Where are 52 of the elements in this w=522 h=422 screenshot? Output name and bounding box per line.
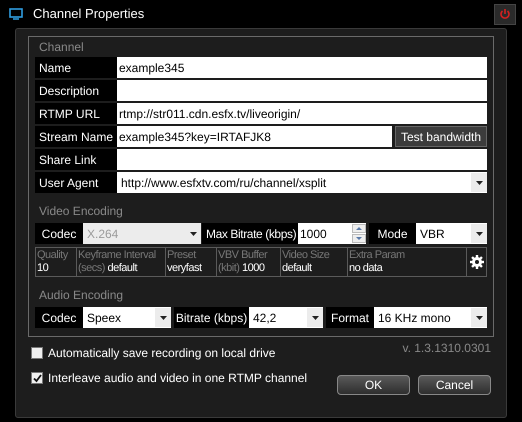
input-field[interactable]: rtmp://str011.cdn.esfx.tv/liveorigin/ [117,103,487,124]
field-label: RTMP URL [35,103,117,124]
power-button[interactable] [494,4,516,24]
section-title: Video Encoding [38,203,124,220]
checkbox-label: Interleave audio and video in one RTMP channel [48,370,308,387]
dropdown[interactable]: http://www.esfxtv.com/ru/channel/xsplit [117,172,487,193]
input-field[interactable] [117,149,487,170]
version-text: v. 1.3.1310.0301 [402,340,491,357]
spinner-arrows-icon [352,224,366,243]
section-title: Channel [38,39,85,56]
parameter-cell: Quality 10 [36,248,77,276]
caret-icon [476,316,482,320]
settings-icon[interactable] [470,255,484,269]
field-label: Codec [35,223,83,244]
window-title: Channel Properties [33,5,146,24]
field-label: Codec [35,307,83,328]
parameter-cell: Keyframe Interval (secs) default [77,248,166,276]
caret-icon [312,316,318,320]
caret-icon [190,232,196,236]
field-label: Mode [369,223,416,244]
caret-icon [476,232,482,236]
parameter-cell: Extra Param no data [348,248,467,276]
field-label: Stream Name [35,126,117,147]
spin-field[interactable]: 1000 [298,223,366,244]
checkbox-label: Automatically save recording on local drive [48,345,276,362]
dropdown[interactable]: 16 KHz mono [374,307,487,328]
power-icon [499,8,511,20]
field-label: Bitrate (kbps) [174,307,249,328]
dialog-button[interactable]: OK [337,375,410,395]
field-label: User Agent [35,172,117,193]
parameter-cell: Video Size default [281,248,348,276]
field-label: Max Bitrate (kbps) [202,223,298,244]
parameter-cell: Preset veryfast [166,248,217,276]
dropdown[interactable]: 42,2 [249,307,323,328]
input-field[interactable]: example345?key=IRTAFJK8 [117,126,392,147]
field-label: Description [35,80,117,101]
field-label: Share Link [35,149,117,170]
monitor-icon [9,8,23,20]
input-field[interactable] [117,80,487,101]
caret-icon [160,316,166,320]
parameter-cell: VBV Buffer (kbit) 1000 [217,248,281,276]
test-bandwidth-button[interactable]: Test bandwidth [395,126,487,147]
dialog-button[interactable]: Cancel [418,375,491,395]
input-field[interactable]: example345 [117,57,487,78]
checkbox[interactable] [31,347,43,359]
field-label: Name [35,57,117,78]
caret-icon [476,180,482,184]
field-label: Format [326,307,374,328]
section-title: Audio Encoding [38,287,124,304]
dropdown[interactable]: Speex [83,307,171,328]
checkbox[interactable] [31,372,43,384]
dropdown[interactable]: VBR [416,223,487,244]
